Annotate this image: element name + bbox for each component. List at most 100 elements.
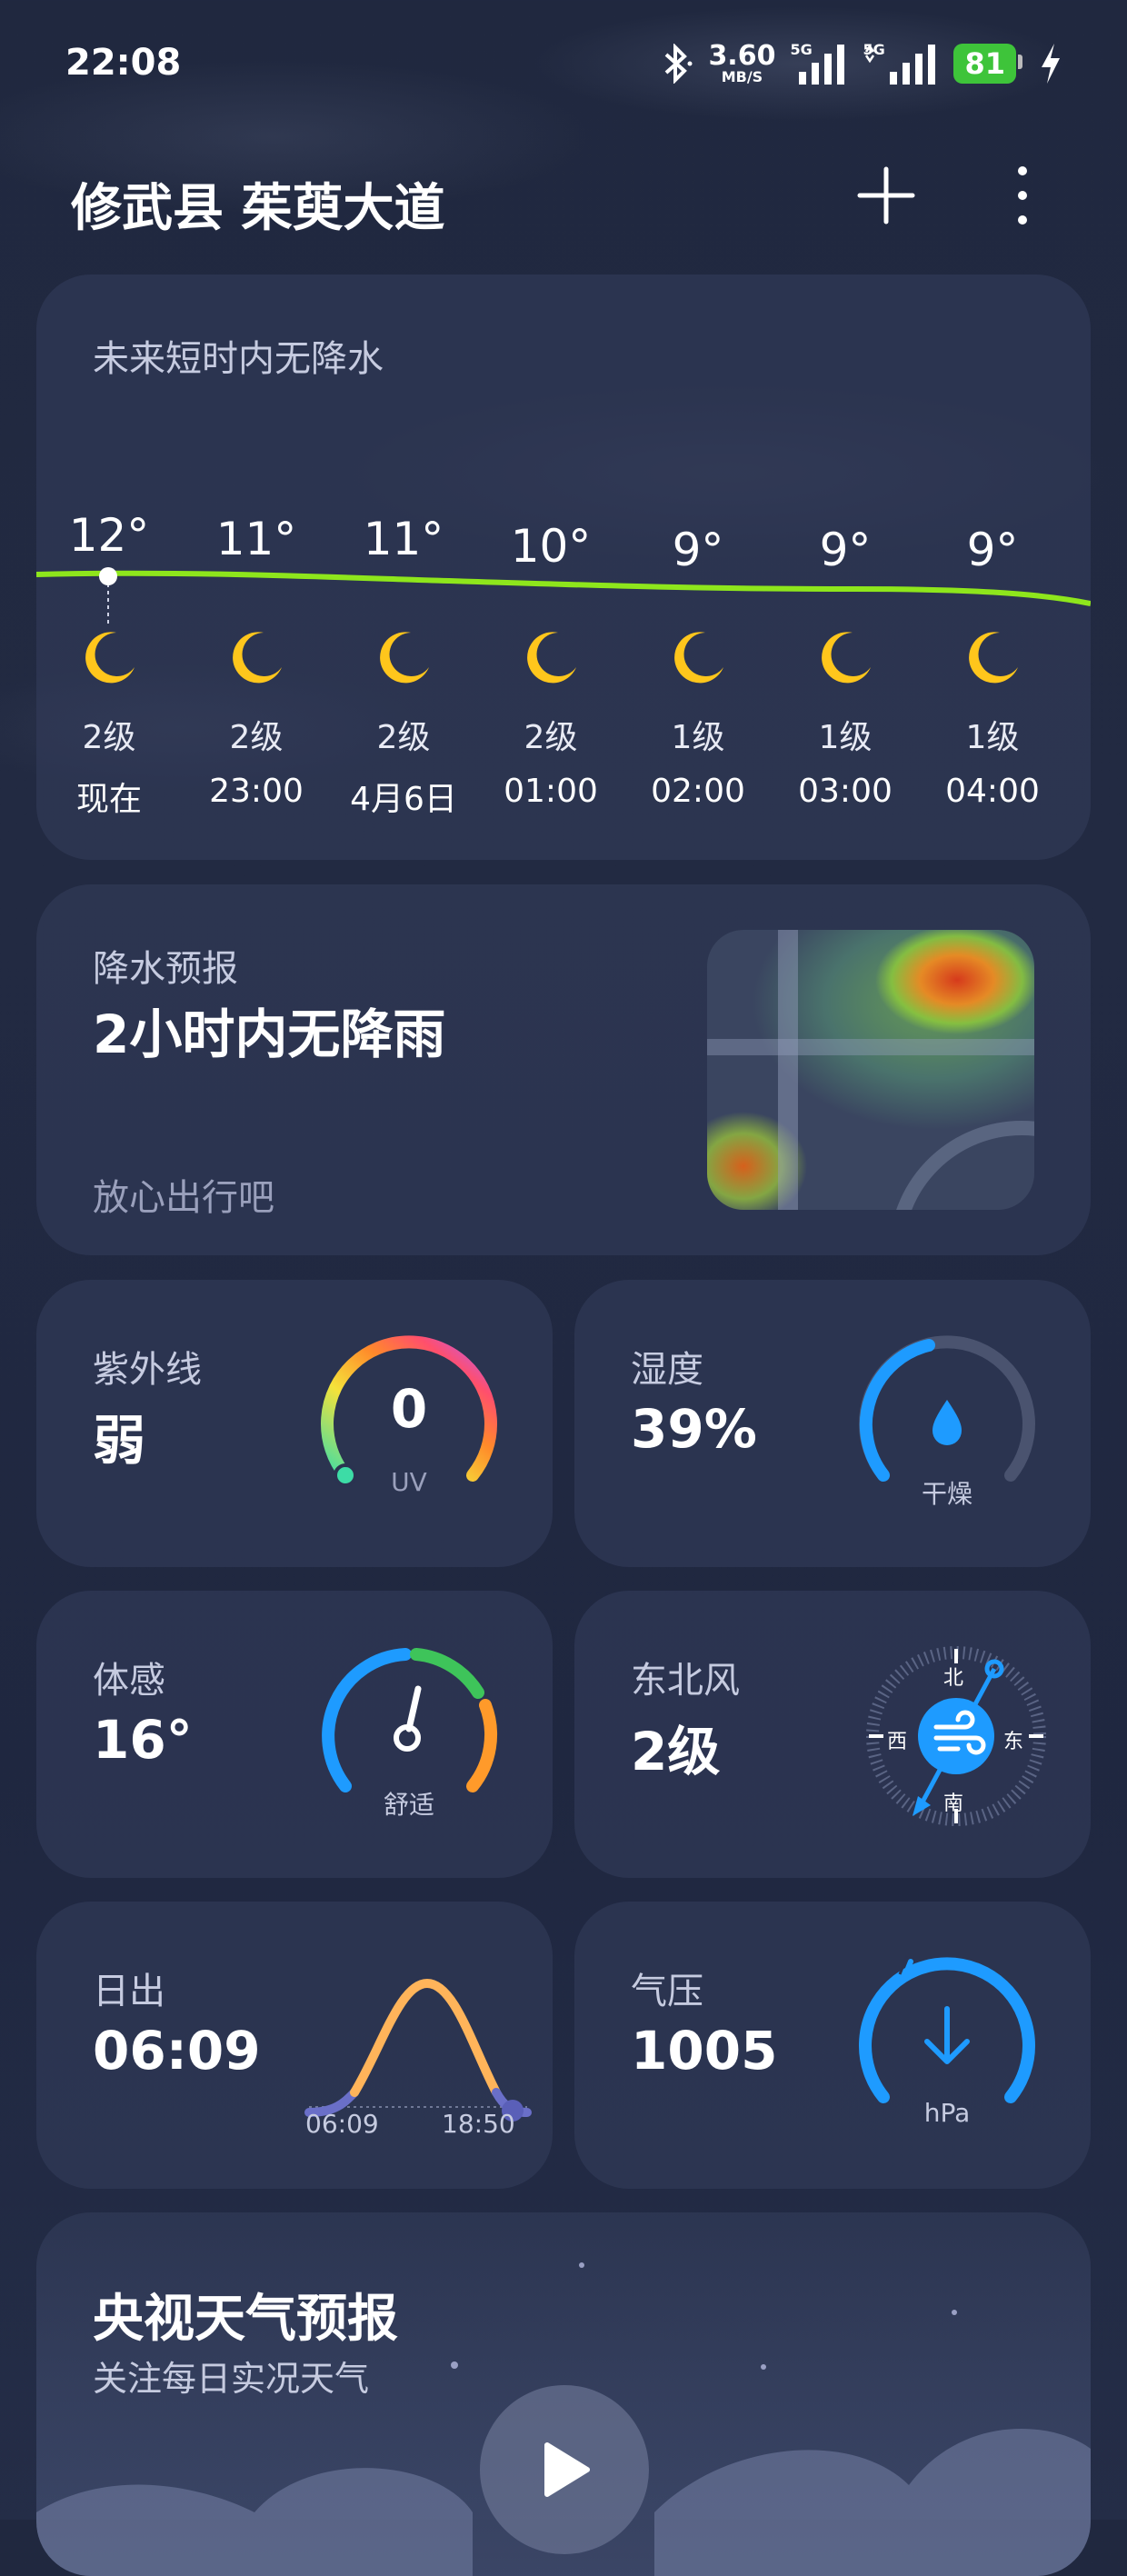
- add-city-button[interactable]: [854, 164, 918, 227]
- location-title[interactable]: 修武县 茱萸大道: [71, 167, 445, 241]
- more-menu-button[interactable]: [1000, 164, 1045, 227]
- hour-temp: 9°: [672, 524, 724, 576]
- hour-temp: 12°: [68, 509, 150, 562]
- moon-icon: [527, 632, 576, 684]
- moon-icon: [85, 632, 135, 684]
- sunrise-card[interactable]: 日出 06:09 06:09 18:50: [36, 1902, 553, 2189]
- hour-wind: 2级: [229, 719, 284, 756]
- pressure-unit: hPa: [923, 2098, 971, 2128]
- pressure-label: 气压: [631, 1971, 703, 2012]
- battery-indicator: 81: [953, 44, 1022, 84]
- moon-icon: [380, 632, 429, 684]
- precip-main: 2小时内无降雨: [93, 1003, 446, 1065]
- hour-item[interactable]: 11° 2级 23:00: [184, 513, 329, 810]
- hour-temp: 9°: [819, 524, 872, 576]
- hour-wind: 2级: [376, 719, 431, 756]
- uv-unit: UV: [391, 1467, 427, 1497]
- compass-west: 西: [887, 1731, 908, 1753]
- sunset-time: 18:50: [442, 2109, 515, 2139]
- feels-label: 体感: [93, 1660, 165, 1702]
- hour-time: 4月6日: [350, 781, 457, 818]
- hour-wind: 1级: [671, 719, 725, 756]
- humidity-value: 39%: [631, 1398, 757, 1460]
- hour-item[interactable]: 10° 2级 01:00: [478, 520, 623, 810]
- moon-icon: [822, 632, 871, 684]
- uv-value: 弱: [93, 1410, 146, 1472]
- moon-icon: [233, 632, 282, 684]
- net-speed-unit: MB/S: [721, 68, 763, 85]
- uv-label: 紫外线: [93, 1349, 202, 1391]
- hour-wind: 2级: [524, 719, 578, 756]
- sunrise-time: 06:09: [305, 2109, 379, 2139]
- wind-label: 东北风: [631, 1660, 740, 1702]
- hour-time: 04:00: [945, 773, 1040, 810]
- hour-wind: 1级: [818, 719, 873, 756]
- radar-map-thumbnail[interactable]: [707, 930, 1034, 1210]
- hour-wind: 1级: [965, 719, 1020, 756]
- pressure-card[interactable]: 气压 1005 hPa: [574, 1902, 1091, 2189]
- pressure-value: 1005: [631, 2020, 778, 2082]
- bluetooth-icon: [665, 44, 693, 84]
- uv-card[interactable]: 紫外线 弱 0 UV: [36, 1280, 553, 1567]
- humidity-label: 湿度: [631, 1349, 703, 1391]
- map-road: [778, 930, 798, 1210]
- compass-east: 东: [1003, 1731, 1024, 1753]
- hour-time: 23:00: [209, 773, 304, 810]
- sun-arc-icon: [304, 1978, 532, 2122]
- signal-1: 5G: [790, 41, 848, 86]
- hour-item[interactable]: 9° 1级 03:00: [773, 524, 918, 810]
- hourly-forecast-card[interactable]: 未来短时内无降水 12° 2级 现在 11° 2级 23:00 11° 2级 4…: [36, 275, 1091, 860]
- compass-south: 南: [943, 1792, 964, 1815]
- pressure-gauge: hPa: [847, 1947, 1047, 2147]
- arrow-down-icon: [924, 2006, 970, 2064]
- hour-time: 03:00: [798, 773, 893, 810]
- sunrise-label: 日出: [93, 1971, 165, 2012]
- hour-item[interactable]: 12° 2级 现在: [36, 509, 182, 818]
- humidity-card[interactable]: 湿度 39% 干燥: [574, 1280, 1091, 1567]
- signal-2-label: 5G: [863, 41, 885, 58]
- uv-index: 0: [390, 1378, 428, 1440]
- hour-temp: 9°: [966, 524, 1019, 576]
- hour-item[interactable]: 11° 2级 4月6日: [331, 513, 476, 818]
- wind-compass: 北 南 西 东: [856, 1636, 1056, 1836]
- play-button[interactable]: [480, 2385, 649, 2554]
- charging-icon: [1042, 44, 1060, 84]
- hour-item[interactable]: 9° 1级 02:00: [625, 524, 771, 810]
- status-icons: 3.60 MB/S 5G 5G 81: [657, 38, 1063, 89]
- uv-gauge: 0 UV: [309, 1325, 509, 1525]
- current-point: [99, 567, 117, 585]
- feels-value: 16°: [93, 1709, 193, 1771]
- sunrise-value: 06:09: [93, 2020, 261, 2082]
- wind-value: 2级: [631, 1721, 721, 1782]
- play-icon: [544, 2442, 590, 2497]
- hour-wind: 2级: [82, 719, 136, 756]
- net-speed: 3.60 MB/S: [708, 43, 775, 85]
- hour-temp: 11°: [363, 513, 444, 565]
- cctv-forecast-card[interactable]: 央视天气预报 关注每日实况天气: [36, 2212, 1091, 2576]
- signal-2: 5G: [863, 41, 939, 86]
- net-speed-value: 3.60: [708, 40, 776, 72]
- header: 修武县 茱萸大道: [0, 155, 1127, 245]
- feels-like-card[interactable]: 体感 16° 舒适: [36, 1591, 553, 1878]
- signal-1-label: 5G: [790, 41, 813, 58]
- status-time: 22:08: [65, 42, 182, 84]
- humidity-desc: 干燥: [921, 1479, 972, 1509]
- hour-time: 现在: [75, 781, 142, 818]
- hour-time: 02:00: [651, 773, 745, 810]
- precip-sub: 放心出行吧: [93, 1177, 274, 1219]
- compass-north: 北: [943, 1667, 964, 1690]
- feels-desc: 舒适: [383, 1790, 434, 1820]
- feels-gauge: 舒适: [309, 1636, 509, 1836]
- hour-item[interactable]: 9° 1级 04:00: [920, 524, 1065, 810]
- status-bar: 22:08 3.60 MB/S 5G 5G 81: [0, 0, 1127, 127]
- hour-temp: 10°: [510, 520, 592, 573]
- hour-time: 01:00: [504, 773, 598, 810]
- precipitation-card[interactable]: 降水预报 2小时内无降雨 放心出行吧: [36, 884, 1091, 1255]
- moon-icon: [969, 632, 1018, 684]
- map-road: [707, 1039, 1034, 1055]
- hour-temp: 11°: [215, 513, 297, 565]
- humidity-gauge: 干燥: [847, 1325, 1047, 1525]
- precip-label: 降水预报: [93, 948, 238, 990]
- wind-card[interactable]: 东北风 2级 北 南 西 东: [574, 1591, 1091, 1878]
- moon-icon: [674, 632, 723, 684]
